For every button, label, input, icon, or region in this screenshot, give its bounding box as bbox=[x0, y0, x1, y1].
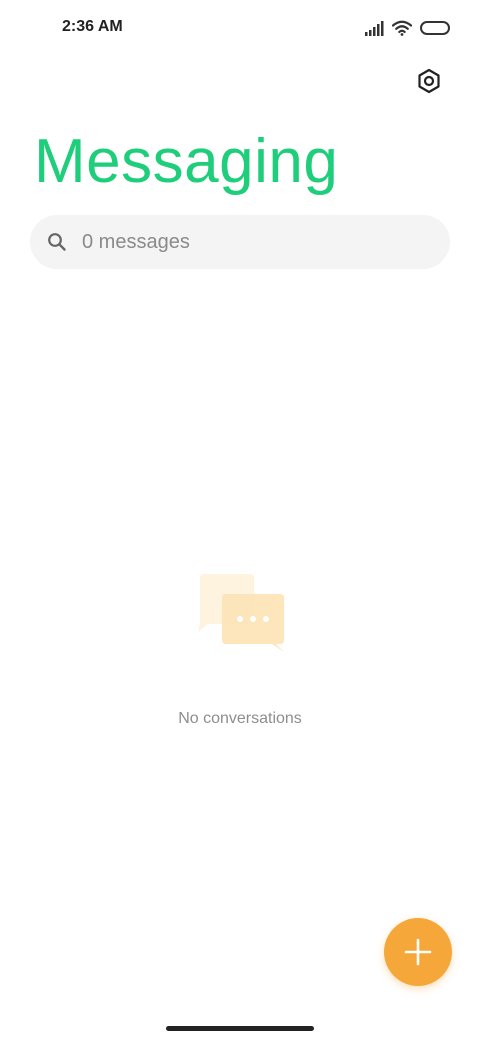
battery-icon bbox=[420, 21, 450, 35]
status-bar: 2:36 AM bbox=[0, 0, 480, 56]
signal-icon bbox=[365, 21, 384, 36]
status-icons bbox=[364, 18, 450, 38]
chat-bubbles-icon bbox=[198, 574, 284, 652]
search-bar[interactable] bbox=[30, 215, 450, 269]
empty-state-message: No conversations bbox=[178, 710, 302, 727]
page-title: Messaging bbox=[34, 127, 339, 196]
search-input[interactable] bbox=[82, 230, 422, 254]
empty-state: No conversations bbox=[0, 572, 480, 728]
plus-icon bbox=[404, 938, 432, 966]
home-indicator[interactable] bbox=[166, 1026, 314, 1031]
gear-icon bbox=[418, 68, 440, 94]
settings-button[interactable] bbox=[412, 64, 446, 98]
new-conversation-button[interactable] bbox=[384, 918, 452, 986]
search-icon bbox=[46, 231, 68, 253]
wifi-icon bbox=[392, 20, 412, 36]
messaging-screen: 2:36 AM Messaging 0 messages No conversa… bbox=[0, 0, 480, 1040]
status-time: 2:36 AM bbox=[62, 18, 123, 35]
